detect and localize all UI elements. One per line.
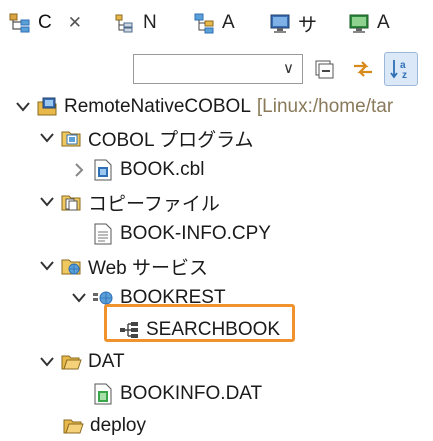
- project-location: [Linux:/home/tar: [256, 96, 394, 117]
- web-services-label: Web サービス: [88, 257, 209, 279]
- chevron-expanded-icon[interactable]: [14, 98, 32, 116]
- book-info-cpy-label: BOOK-INFO.CPY: [120, 223, 271, 244]
- tab-label: N: [143, 12, 157, 33]
- tab-label: A: [222, 12, 235, 33]
- dat-label: DAT: [88, 351, 125, 372]
- tree-item-deploy[interactable]: deploy: [62, 411, 146, 441]
- tab-terminal[interactable]: A: [347, 8, 390, 38]
- terminal-monitor-icon: [347, 11, 371, 35]
- link-editor-icon: [354, 61, 372, 77]
- copy-files-label: コピーファイル: [88, 193, 220, 215]
- collapse-all-button[interactable]: [307, 52, 341, 86]
- view-tab-bar: C ✕ N A サ A: [0, 0, 433, 45]
- remote-project-icon: [36, 96, 58, 118]
- hierarchy-icon: [192, 11, 216, 35]
- tree-item-dat[interactable]: DAT: [38, 347, 125, 377]
- collapse-all-icon: [315, 60, 334, 79]
- selection-highlight: [104, 304, 295, 342]
- tab-label: A: [377, 12, 390, 33]
- tab-label: C: [38, 12, 52, 33]
- copybook-file-icon: [92, 223, 114, 245]
- sort-button[interactable]: a z: [384, 52, 418, 86]
- cobol-programs-label: COBOL プログラム: [88, 129, 254, 151]
- tab-hierarchy[interactable]: A: [192, 8, 235, 38]
- cobol-file-icon: [92, 159, 114, 181]
- project-label: RemoteNativeCOBOL: [64, 96, 251, 117]
- chevron-expanded-icon[interactable]: [70, 289, 88, 307]
- monitor-icon: [268, 11, 292, 35]
- tree-item-bookinfo-dat[interactable]: BOOKINFO.DAT: [92, 379, 262, 409]
- cobol-explorer-icon: [8, 11, 32, 35]
- chevron-expanded-icon[interactable]: [38, 353, 56, 371]
- chevron-expanded-icon[interactable]: [38, 257, 56, 275]
- tree-item-copy-files[interactable]: コピーファイル: [38, 187, 220, 217]
- tree-item-book-cbl[interactable]: BOOK.cbl: [70, 155, 204, 185]
- copybook-folder-icon: [60, 191, 82, 213]
- svg-text:z: z: [402, 70, 407, 81]
- filter-combo[interactable]: ∨: [133, 54, 303, 84]
- close-tab-icon[interactable]: ✕: [68, 13, 82, 33]
- tree-item-project[interactable]: RemoteNativeCOBOL [Linux:/home/tar: [14, 92, 393, 122]
- chevron-collapsed-icon[interactable]: [70, 161, 88, 179]
- deploy-label: deploy: [90, 415, 146, 436]
- bookinfo-dat-label: BOOKINFO.DAT: [120, 383, 263, 404]
- tab-service[interactable]: サ: [268, 8, 317, 38]
- tree-item-book-info-cpy[interactable]: BOOK-INFO.CPY: [92, 219, 271, 249]
- tab-cobol-explorer[interactable]: C ✕: [8, 8, 82, 38]
- cobol-folder-icon: [60, 127, 82, 149]
- book-cbl-label: BOOK.cbl: [120, 159, 205, 180]
- link-with-editor-button[interactable]: [346, 52, 380, 86]
- tab-navigator[interactable]: N: [113, 8, 157, 38]
- folder-open-icon: [60, 351, 82, 373]
- tab-label: サ: [298, 14, 318, 36]
- chevron-down-icon[interactable]: ∨: [283, 59, 294, 77]
- navigator-icon: [113, 11, 137, 35]
- chevron-expanded-icon[interactable]: [38, 193, 56, 211]
- sort-az-icon: a z: [390, 60, 407, 81]
- tree-item-cobol-programs[interactable]: COBOL プログラム: [38, 123, 254, 153]
- data-file-icon: [92, 383, 114, 405]
- tree-item-web-services[interactable]: Web サービス: [38, 251, 208, 281]
- chevron-expanded-icon[interactable]: [38, 129, 56, 147]
- folder-open-icon: [62, 415, 84, 437]
- web-service-folder-icon: [60, 255, 82, 277]
